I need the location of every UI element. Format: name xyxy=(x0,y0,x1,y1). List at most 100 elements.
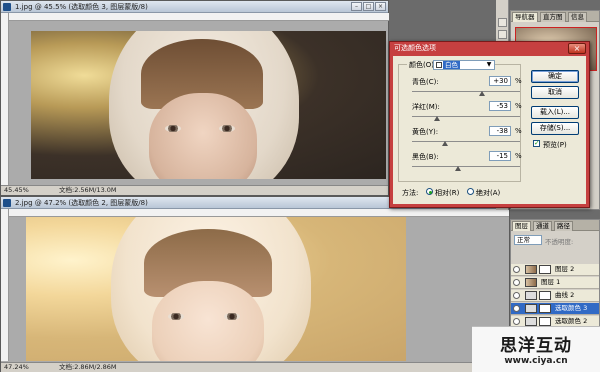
yellow-slider-thumb[interactable] xyxy=(442,141,449,146)
right-eye xyxy=(224,313,240,320)
black-value-field[interactable]: -15 xyxy=(489,151,511,161)
layer-mask-thumbnail xyxy=(539,304,551,313)
tab-layers[interactable]: 图层 xyxy=(512,221,531,231)
dialog-title-bar[interactable]: 可选颜色选项 × xyxy=(390,42,589,56)
photoshop-icon xyxy=(3,3,11,11)
layer-mask-thumbnail xyxy=(539,291,551,300)
document-window-2[interactable]: 2.jpg @ 47.2% (选取颜色 2, 图层蒙版/8) 47.24% 文档… xyxy=(0,196,510,372)
relative-radio-label[interactable]: 相对(R) xyxy=(435,188,459,198)
tab-navigator[interactable]: 导航器 xyxy=(512,12,538,22)
adjustment-icon xyxy=(525,304,537,313)
yellow-value-field[interactable]: -38 xyxy=(489,126,511,136)
save-button[interactable]: 存储(S)... xyxy=(531,122,579,135)
status-bar: 47.24% 文档:2.86M/2.86M xyxy=(1,362,509,372)
tab-info[interactable]: 信息 xyxy=(568,12,587,22)
panel-icon[interactable] xyxy=(498,30,507,39)
layer-mask-thumbnail xyxy=(539,317,551,326)
minimize-button[interactable]: – xyxy=(351,2,362,11)
yellow-slider[interactable] xyxy=(412,141,520,142)
black-slider-thumb[interactable] xyxy=(454,166,461,171)
zoom-level[interactable]: 47.24% xyxy=(4,363,29,372)
layer-row[interactable]: 图层 2 xyxy=(511,264,599,276)
layer-thumbnail xyxy=(525,278,537,287)
relative-radio[interactable] xyxy=(426,188,433,195)
status-bar: 45.45% 文档:2.56M/13.0M xyxy=(1,185,388,195)
visibility-eye-icon[interactable] xyxy=(513,305,520,312)
absolute-radio-label[interactable]: 绝对(A) xyxy=(476,188,500,198)
tab-paths[interactable]: 路径 xyxy=(554,221,573,231)
document-title-bar[interactable]: 1.jpg @ 45.5% (选取颜色 3, 图层蒙版/8) – □ × xyxy=(1,1,388,13)
layer-row[interactable]: 图层 1 xyxy=(511,277,599,289)
image-canvas[interactable] xyxy=(26,217,406,361)
magenta-label: 洋红(M): xyxy=(412,103,440,111)
method-label: 方法: xyxy=(402,189,419,197)
yellow-unit: % xyxy=(515,127,522,135)
dialog-title: 可选颜色选项 xyxy=(394,44,436,52)
horizontal-ruler xyxy=(9,13,389,21)
document-title: 1.jpg @ 45.5% (选取颜色 3, 图层蒙版/8) xyxy=(15,3,148,11)
document-window-1[interactable]: 1.jpg @ 45.5% (选取颜色 3, 图层蒙版/8) – □ × 45.… xyxy=(0,0,389,196)
zoom-level[interactable]: 45.45% xyxy=(4,186,29,195)
layer-row-selected[interactable]: 选取颜色 3 xyxy=(511,303,599,315)
layer-name: 选取颜色 3 xyxy=(555,304,588,312)
load-button[interactable]: 载入(L)... xyxy=(531,106,579,119)
preview-checkbox[interactable]: ✓ xyxy=(533,140,540,147)
tab-channels[interactable]: 通道 xyxy=(533,221,552,231)
watermark-url: www.ciya.cn xyxy=(504,356,568,366)
dialog-close-button[interactable]: × xyxy=(568,43,586,54)
blend-mode-select[interactable]: 正常 xyxy=(514,235,542,245)
face xyxy=(149,93,257,179)
cyan-slider-thumb[interactable] xyxy=(479,91,486,96)
document-title: 2.jpg @ 47.2% (选取颜色 2, 图层蒙版/8) xyxy=(15,199,148,207)
right-eye xyxy=(219,125,235,132)
left-eye xyxy=(168,313,184,320)
magenta-value-field[interactable]: -53 xyxy=(489,101,511,111)
adjustment-icon xyxy=(525,317,537,326)
visibility-eye-icon[interactable] xyxy=(513,318,520,325)
color-dropdown[interactable]: 白色 ▼ xyxy=(433,60,495,70)
left-eye xyxy=(165,125,181,132)
opacity-label: 不透明度: xyxy=(545,238,574,246)
photoshop-icon xyxy=(3,199,11,207)
visibility-eye-icon[interactable] xyxy=(513,292,520,299)
magenta-unit: % xyxy=(515,102,522,110)
visibility-eye-icon[interactable] xyxy=(513,279,520,286)
cancel-button[interactable]: 取消 xyxy=(531,86,579,99)
preview-label[interactable]: 预览(P) xyxy=(543,140,567,150)
black-unit: % xyxy=(515,152,522,160)
layer-mask-thumbnail xyxy=(539,265,551,274)
cyan-unit: % xyxy=(515,77,522,85)
horizontal-ruler xyxy=(9,209,509,217)
absolute-radio[interactable] xyxy=(467,188,474,195)
panel-icon[interactable] xyxy=(498,18,507,27)
adjustment-icon xyxy=(525,291,537,300)
magenta-slider[interactable] xyxy=(412,116,520,117)
layer-row[interactable]: 曲线 2 xyxy=(511,290,599,302)
tab-histogram[interactable]: 直方图 xyxy=(540,12,566,22)
chevron-down-icon: ▼ xyxy=(486,61,492,68)
color-dropdown-value: 白色 xyxy=(443,61,460,69)
cyan-slider[interactable] xyxy=(412,91,520,92)
maximize-button[interactable]: □ xyxy=(363,2,374,11)
cyan-value-field[interactable]: +30 xyxy=(489,76,511,86)
face xyxy=(152,281,264,361)
vertical-ruler xyxy=(1,209,9,361)
watermark-title: 思洋互动 xyxy=(500,336,572,356)
ok-button[interactable]: 确定 xyxy=(531,70,579,83)
vertical-ruler xyxy=(1,13,9,185)
yellow-label: 黄色(Y): xyxy=(412,128,439,136)
close-button[interactable]: × xyxy=(375,2,386,11)
image-canvas[interactable] xyxy=(31,31,386,179)
dialog-body: 颜色(O): 白色 ▼ 青色(C): +30 % 洋红(M): -53 % 黄色… xyxy=(393,56,586,204)
layer-name: 曲线 2 xyxy=(555,291,575,299)
cyan-label: 青色(C): xyxy=(412,78,439,86)
black-slider[interactable] xyxy=(412,166,520,167)
magenta-slider-thumb[interactable] xyxy=(434,116,441,121)
visibility-eye-icon[interactable] xyxy=(513,266,520,273)
layer-name: 图层 2 xyxy=(555,265,575,273)
color-groupbox: 颜色(O): 白色 ▼ 青色(C): +30 % 洋红(M): -53 % 黄色… xyxy=(398,60,522,182)
layer-name: 图层 1 xyxy=(541,278,561,286)
selective-color-dialog[interactable]: 可选颜色选项 × 颜色(O): 白色 ▼ 青色(C): +30 % 洋红(M):… xyxy=(389,41,590,208)
document-size: 文档:2.86M/2.86M xyxy=(59,363,117,371)
white-swatch-icon xyxy=(436,62,442,68)
